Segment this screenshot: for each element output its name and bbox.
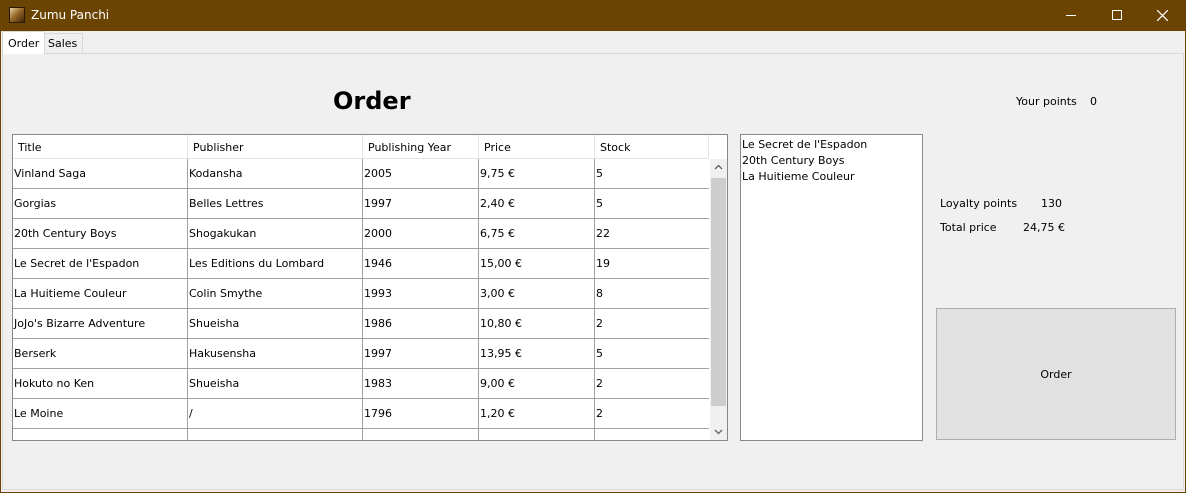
your-points-label: Your points (1016, 95, 1077, 108)
table-row[interactable]: Le Moine/1796 1,20 €2 (13, 399, 709, 429)
table-row[interactable]: 20th Century Boys Shogakukan 2000 6,75 €22 (13, 219, 709, 249)
table-row[interactable]: La Huitieme Couleur Colin Smythe 1993 3,00 … (13, 279, 709, 309)
table-row[interactable]: Gorgias Belles Lettres 1997 2,40 €5 (13, 189, 709, 219)
tab-order[interactable]: Order (2, 31, 46, 54)
cell-price[interactable]: 9,00 € (479, 369, 595, 399)
cell-title[interactable]: Berserk (13, 339, 188, 369)
cell-stock[interactable]: 19 (595, 249, 709, 279)
column-header-publishing-year[interactable]: Publishing Year (363, 135, 479, 159)
cell-publishing-year[interactable]: 1997 (363, 339, 479, 369)
cell-title[interactable]: JoJo's Bizarre Adventure (13, 309, 188, 339)
cell-price[interactable]: 10,80 € (479, 309, 595, 339)
cell-publisher[interactable]: Belles Lettres (188, 189, 363, 219)
cell-publishing-year[interactable]: 1796 (363, 399, 479, 429)
close-button[interactable] (1140, 0, 1186, 31)
cell-publisher[interactable]: Kodansha (188, 159, 363, 189)
window-client: Order Sales Order Your points 0 Title Pu… (1, 31, 1185, 492)
cart-list[interactable]: Le Secret de l'Espadon 20th Century Boys L… (740, 134, 923, 441)
total-price-value: 24,75 € (1023, 221, 1065, 234)
table-row[interactable]: Hokuto no Ken Shueisha 1983 9,00 €2 (13, 369, 709, 399)
cell-publishing-year[interactable]: 1986 (363, 309, 479, 339)
page-title: Order (333, 87, 411, 115)
table-scrollbar[interactable] (710, 159, 727, 440)
column-header-stock[interactable]: Stock (595, 135, 709, 159)
column-header-publisher[interactable]: Publisher (188, 135, 363, 159)
cell-stock[interactable]: 22 (595, 219, 709, 249)
maximize-icon (1112, 10, 1122, 20)
cell-title[interactable]: La Huitieme Couleur (13, 279, 188, 309)
cell-publishing-year[interactable]: 1983 (363, 369, 479, 399)
table-header: Title Publisher Publishing Year Price St… (13, 135, 709, 159)
cell-publisher[interactable]: Hakusensha (188, 339, 363, 369)
tab-sales[interactable]: Sales (42, 33, 84, 53)
cell-stock[interactable]: 5 (595, 189, 709, 219)
table-row[interactable]: Le Secret de l'Espadon Les Editions du Lo… (13, 249, 709, 279)
column-header-title[interactable]: Title (13, 135, 188, 159)
window-title: Zumu Panchi (31, 8, 110, 22)
cart-list-item[interactable]: 20th Century Boys (742, 153, 922, 169)
table-row[interactable]: JoJo's Bizarre Adventure Shueisha 1986 10,8… (13, 309, 709, 339)
chevron-down-icon (714, 429, 723, 435)
cell-publisher[interactable] (188, 429, 363, 440)
cell-title[interactable]: Gorgias (13, 189, 188, 219)
cart-list-item[interactable]: La Huitieme Couleur (742, 169, 922, 185)
cell-stock[interactable]: 5 (595, 159, 709, 189)
app-icon (9, 7, 25, 23)
cell-publisher[interactable]: Shogakukan (188, 219, 363, 249)
maximize-button[interactable] (1094, 0, 1140, 31)
cell-stock[interactable]: 8 (595, 279, 709, 309)
cell-publisher[interactable]: Shueisha (188, 369, 363, 399)
order-button[interactable]: Order (936, 308, 1176, 440)
cell-publishing-year[interactable]: 1946 (363, 249, 479, 279)
loyalty-points-label: Loyalty points (940, 197, 1018, 210)
scroll-up-button[interactable] (710, 159, 727, 176)
table-row[interactable]: Vinland Saga Kodansha 2005 9,75 €5 (13, 159, 709, 189)
column-header-price[interactable]: Price (479, 135, 595, 159)
cell-stock[interactable]: 5 (595, 339, 709, 369)
cell-publishing-year[interactable]: 1997 (363, 189, 479, 219)
scroll-thumb[interactable] (711, 178, 726, 406)
cell-publishing-year[interactable]: 1993 (363, 279, 479, 309)
cell-stock[interactable]: 2 (595, 309, 709, 339)
chevron-up-icon (714, 164, 723, 170)
cell-price[interactable]: 1,20 € (479, 399, 595, 429)
cell-price[interactable]: 15,00 € (479, 249, 595, 279)
scroll-down-button[interactable] (710, 424, 727, 440)
cell-publisher[interactable]: / (188, 399, 363, 429)
table-row[interactable] (13, 429, 709, 440)
your-points-value: 0 (1090, 95, 1097, 108)
cell-publisher[interactable]: Les Editions du Lombard (188, 249, 363, 279)
table-body: Vinland Saga Kodansha 2005 9,75 €5 Gorgias Be… (13, 159, 709, 440)
cell-price[interactable]: 6,75 € (479, 219, 595, 249)
cell-publisher[interactable]: Shueisha (188, 309, 363, 339)
cell-title[interactable]: Le Moine (13, 399, 188, 429)
cell-stock[interactable] (595, 429, 709, 440)
cell-title[interactable]: 20th Century Boys (13, 219, 188, 249)
cell-price[interactable]: 9,75 € (479, 159, 595, 189)
cell-stock[interactable]: 2 (595, 399, 709, 429)
close-icon (1157, 10, 1168, 21)
cell-publishing-year[interactable] (363, 429, 479, 440)
cell-title[interactable]: Le Secret de l'Espadon (13, 249, 188, 279)
table-row[interactable]: Berserk Hakusensha 1997 13,95 €5 (13, 339, 709, 369)
title-bar: Zumu Panchi (0, 0, 1186, 31)
cell-price[interactable]: 13,95 € (479, 339, 595, 369)
cell-publishing-year[interactable]: 2005 (363, 159, 479, 189)
minimize-button[interactable] (1048, 0, 1094, 31)
books-table[interactable]: Title Publisher Publishing Year Price St… (12, 134, 728, 441)
cell-price[interactable] (479, 429, 595, 440)
minimize-icon (1066, 15, 1076, 16)
cell-price[interactable]: 3,00 € (479, 279, 595, 309)
cell-title[interactable]: Hokuto no Ken (13, 369, 188, 399)
total-price-label: Total price (940, 221, 997, 234)
cell-price[interactable]: 2,40 € (479, 189, 595, 219)
cell-publisher[interactable]: Colin Smythe (188, 279, 363, 309)
loyalty-points-value: 130 (1041, 197, 1062, 210)
cell-title[interactable]: Vinland Saga (13, 159, 188, 189)
cell-publishing-year[interactable]: 2000 (363, 219, 479, 249)
order-tab-pane: Order Your points 0 Title Publisher Publ… (2, 53, 1184, 490)
cell-stock[interactable]: 2 (595, 369, 709, 399)
cart-list-item[interactable]: Le Secret de l'Espadon (742, 137, 922, 153)
cell-title[interactable] (13, 429, 188, 440)
